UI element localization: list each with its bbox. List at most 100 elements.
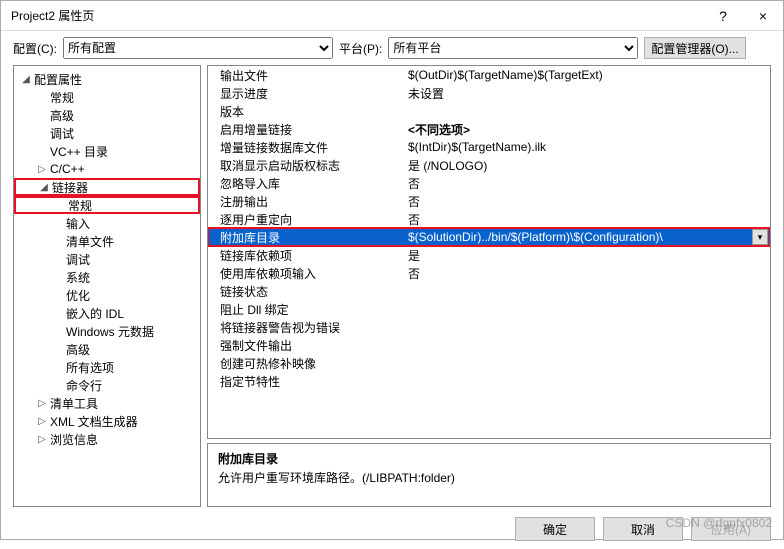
tree-item-18[interactable]: ▷清单工具 <box>14 394 200 412</box>
tree-item-7[interactable]: 常规 <box>14 196 200 214</box>
grid-key: 将链接器警告视为错误 <box>208 319 408 336</box>
grid-key: 版本 <box>208 103 408 120</box>
tree-item-0[interactable]: ◢配置属性 <box>14 70 200 88</box>
grid-row[interactable]: 输出文件$(OutDir)$(TargetName)$(TargetExt) <box>208 66 770 84</box>
tree-item-label: 清单文件 <box>64 233 114 250</box>
description-panel: 附加库目录 允许用户重写环境库路径。(/LIBPATH:folder) <box>207 443 771 507</box>
apply-button[interactable]: 应用(A) <box>691 517 771 541</box>
grid-key: 启用增量链接 <box>208 121 408 138</box>
grid-row[interactable]: 阻止 Dll 绑定 <box>208 300 770 318</box>
tree-item-label: 输入 <box>64 215 90 232</box>
tree-item-4[interactable]: VC++ 目录 <box>14 142 200 160</box>
chevron-down-icon[interactable]: ▾ <box>752 229 768 245</box>
tree-item-3[interactable]: 调试 <box>14 124 200 142</box>
grid-row[interactable]: 创建可热修补映像 <box>208 354 770 372</box>
tree-item-6[interactable]: ◢链接器 <box>14 178 200 196</box>
grid-row[interactable]: 增量链接数据库文件$(IntDir)$(TargetName).ilk <box>208 138 770 156</box>
grid-row[interactable]: 显示进度未设置 <box>208 84 770 102</box>
titlebar: Project2 属性页 ? × <box>1 1 783 31</box>
tree-item-label: 调试 <box>64 251 90 268</box>
tree-item-11[interactable]: 系统 <box>14 268 200 286</box>
config-manager-button[interactable]: 配置管理器(O)... <box>644 37 745 59</box>
tree-item-label: 常规 <box>48 89 74 106</box>
grid-key: 链接状态 <box>208 283 408 300</box>
tree-item-5[interactable]: ▷C/C++ <box>14 160 200 178</box>
expand-icon[interactable]: ▷ <box>36 434 48 445</box>
expand-icon[interactable]: ▷ <box>36 164 48 175</box>
description-text: 允许用户重写环境库路径。(/LIBPATH:folder) <box>218 469 760 486</box>
grid-row[interactable]: 指定节特性 <box>208 372 770 390</box>
grid-value[interactable]: 是 (/NOLOGO) <box>408 157 770 174</box>
grid-value[interactable]: $(SolutionDir)../bin/$(Platform)\$(Confi… <box>408 230 752 244</box>
expand-icon[interactable]: ◢ <box>38 182 50 193</box>
grid-value[interactable]: 未设置 <box>408 85 770 102</box>
grid-value[interactable]: 否 <box>408 175 770 192</box>
grid-value[interactable]: $(IntDir)$(TargetName).ilk <box>408 140 770 154</box>
window-title: Project2 属性页 <box>1 7 703 24</box>
grid-value[interactable]: 是 <box>408 247 770 264</box>
tree-item-label: 优化 <box>64 287 90 304</box>
config-label: 配置(C): <box>13 40 57 57</box>
grid-key: 显示进度 <box>208 85 408 102</box>
expand-icon[interactable]: ▷ <box>36 398 48 409</box>
tree-item-8[interactable]: 输入 <box>14 214 200 232</box>
tree-item-14[interactable]: Windows 元数据 <box>14 322 200 340</box>
ok-button[interactable]: 确定 <box>515 517 595 541</box>
grid-value[interactable]: <不同选项> <box>408 121 770 138</box>
tree-item-label: 调试 <box>48 125 74 142</box>
grid-row[interactable]: 链接状态 <box>208 282 770 300</box>
tree-item-16[interactable]: 所有选项 <box>14 358 200 376</box>
grid-key: 增量链接数据库文件 <box>208 139 408 156</box>
tree-item-13[interactable]: 嵌入的 IDL <box>14 304 200 322</box>
tree-item-15[interactable]: 高级 <box>14 340 200 358</box>
tree-item-label: 清单工具 <box>48 395 98 412</box>
grid-value[interactable]: 否 <box>408 193 770 210</box>
grid-key: 逐用户重定向 <box>208 211 408 228</box>
grid-key: 创建可热修补映像 <box>208 355 408 372</box>
grid-row[interactable]: 链接库依赖项是 <box>208 246 770 264</box>
expand-icon[interactable]: ◢ <box>20 74 32 85</box>
grid-row[interactable]: 将链接器警告视为错误 <box>208 318 770 336</box>
platform-select[interactable]: 所有平台 <box>388 37 638 59</box>
tree-panel: ◢配置属性常规高级调试VC++ 目录▷C/C++◢链接器常规输入清单文件调试系统… <box>13 65 201 507</box>
grid-key: 强制文件输出 <box>208 337 408 354</box>
grid-row[interactable]: 启用增量链接<不同选项> <box>208 120 770 138</box>
grid-value[interactable]: 否 <box>408 211 770 228</box>
description-title: 附加库目录 <box>218 450 760 467</box>
grid-key: 输出文件 <box>208 67 408 84</box>
grid-key: 附加库目录 <box>208 229 408 246</box>
tree-item-label: XML 文档生成器 <box>48 413 138 430</box>
tree-item-label: 高级 <box>48 107 74 124</box>
tree-item-19[interactable]: ▷XML 文档生成器 <box>14 412 200 430</box>
tree-item-9[interactable]: 清单文件 <box>14 232 200 250</box>
tree-item-12[interactable]: 优化 <box>14 286 200 304</box>
grid-value[interactable]: 否 <box>408 265 770 282</box>
tree-item-17[interactable]: 命令行 <box>14 376 200 394</box>
expand-icon[interactable]: ▷ <box>36 416 48 427</box>
property-grid: 输出文件$(OutDir)$(TargetName)$(TargetExt)显示… <box>207 65 771 439</box>
tree-item-label: C/C++ <box>48 162 85 176</box>
grid-key: 注册输出 <box>208 193 408 210</box>
tree-item-2[interactable]: 高级 <box>14 106 200 124</box>
grid-row[interactable]: 忽略导入库否 <box>208 174 770 192</box>
grid-row[interactable]: 注册输出否 <box>208 192 770 210</box>
grid-row[interactable]: 强制文件输出 <box>208 336 770 354</box>
tree-item-1[interactable]: 常规 <box>14 88 200 106</box>
help-button[interactable]: ? <box>703 1 743 31</box>
tree-item-label: 浏览信息 <box>48 431 98 448</box>
grid-row[interactable]: 使用库依赖项输入否 <box>208 264 770 282</box>
config-select[interactable]: 所有配置 <box>63 37 333 59</box>
tree-item-label: 高级 <box>64 341 90 358</box>
grid-row[interactable]: 版本 <box>208 102 770 120</box>
grid-key: 阻止 Dll 绑定 <box>208 301 408 318</box>
grid-row[interactable]: 附加库目录$(SolutionDir)../bin/$(Platform)\$(… <box>208 228 770 246</box>
tree-item-label: Windows 元数据 <box>64 323 154 340</box>
grid-row[interactable]: 逐用户重定向否 <box>208 210 770 228</box>
grid-row[interactable]: 取消显示启动版权标志是 (/NOLOGO) <box>208 156 770 174</box>
grid-key: 忽略导入库 <box>208 175 408 192</box>
grid-value[interactable]: $(OutDir)$(TargetName)$(TargetExt) <box>408 68 770 82</box>
cancel-button[interactable]: 取消 <box>603 517 683 541</box>
tree-item-20[interactable]: ▷浏览信息 <box>14 430 200 448</box>
close-button[interactable]: × <box>743 1 783 31</box>
tree-item-10[interactable]: 调试 <box>14 250 200 268</box>
